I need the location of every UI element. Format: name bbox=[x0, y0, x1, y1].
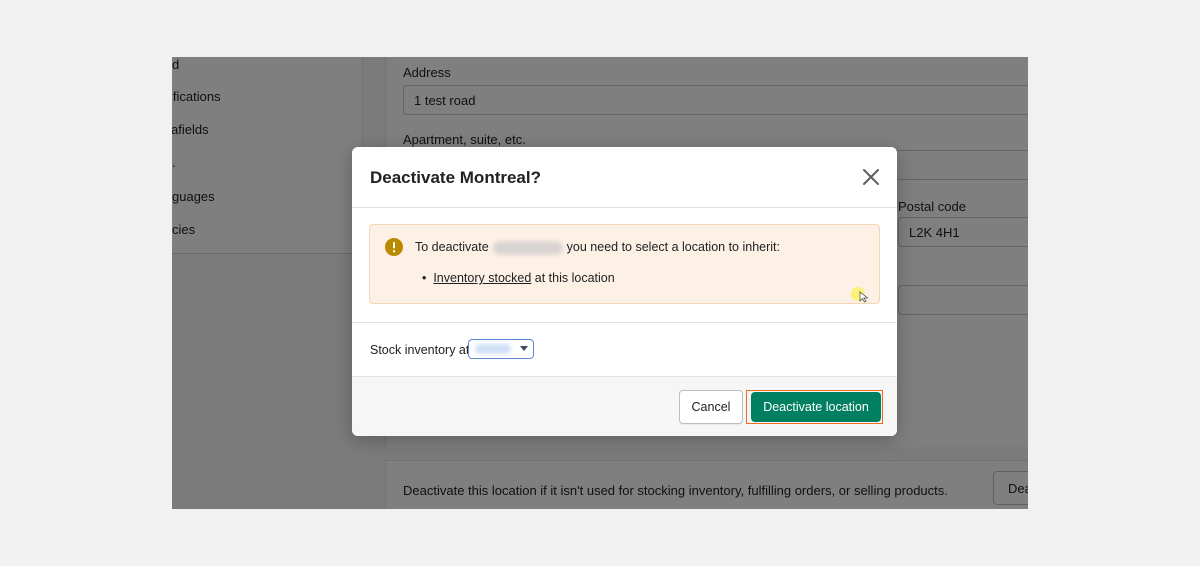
modal-title: Deactivate Montreal? bbox=[370, 168, 541, 187]
deactivate-location-button[interactable]: Deactivate location bbox=[751, 392, 881, 422]
bullet-rest-text: at this location bbox=[531, 271, 615, 285]
banner-bullet-item: • Inventory stocked at this location bbox=[422, 271, 615, 285]
close-button[interactable] bbox=[859, 165, 883, 189]
inventory-stocked-link[interactable]: Inventory stocked bbox=[433, 271, 531, 285]
stock-location-select[interactable] bbox=[468, 339, 534, 359]
modal-header: Deactivate Montreal? bbox=[352, 147, 897, 208]
bullet-icon: • bbox=[422, 271, 434, 285]
mouse-cursor-icon bbox=[859, 291, 869, 303]
banner-message: To deactivate you need to select a locati… bbox=[415, 240, 780, 255]
modal-footer: Cancel Deactivate location bbox=[352, 376, 897, 436]
close-icon bbox=[863, 169, 879, 185]
redacted-location-name bbox=[492, 240, 563, 255]
cancel-button[interactable]: Cancel bbox=[679, 390, 743, 424]
stock-inventory-label: Stock inventory at bbox=[370, 343, 470, 357]
banner-text-before: To deactivate bbox=[415, 240, 489, 254]
section-divider bbox=[352, 322, 897, 323]
warning-icon bbox=[385, 238, 403, 256]
deactivate-modal: Deactivate Montreal? To deactivate you ne… bbox=[352, 147, 897, 436]
caret-down-icon bbox=[520, 346, 528, 351]
banner-text-after: you need to select a location to inherit… bbox=[566, 240, 781, 254]
redacted-selected-location bbox=[475, 344, 511, 354]
warning-banner: To deactivate you need to select a locati… bbox=[369, 224, 880, 304]
